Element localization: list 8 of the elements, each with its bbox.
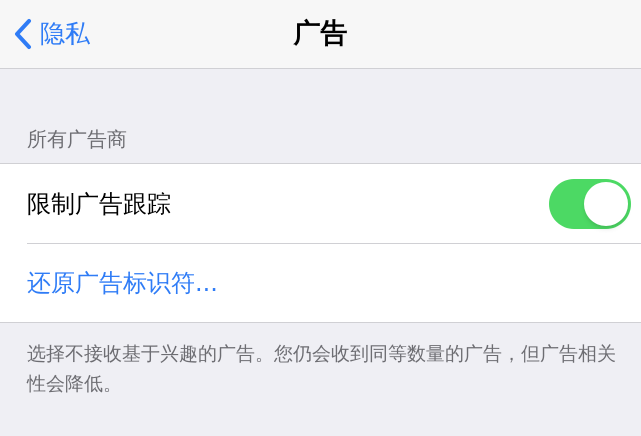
page-title: 广告	[294, 16, 348, 51]
footer-note: 选择不接收基于兴趣的广告。您仍会收到同等数量的广告，但广告相关性会降低。	[26, 342, 617, 397]
back-button[interactable]: 隐私	[0, 15, 90, 53]
reset-link[interactable]: 还原广告标识符...	[27, 265, 218, 301]
back-chevron-icon	[14, 18, 32, 50]
section-header: 所有广告商	[26, 126, 128, 153]
toggle-switch[interactable]	[549, 178, 631, 228]
setting-label: 限制广告跟踪	[27, 188, 172, 220]
